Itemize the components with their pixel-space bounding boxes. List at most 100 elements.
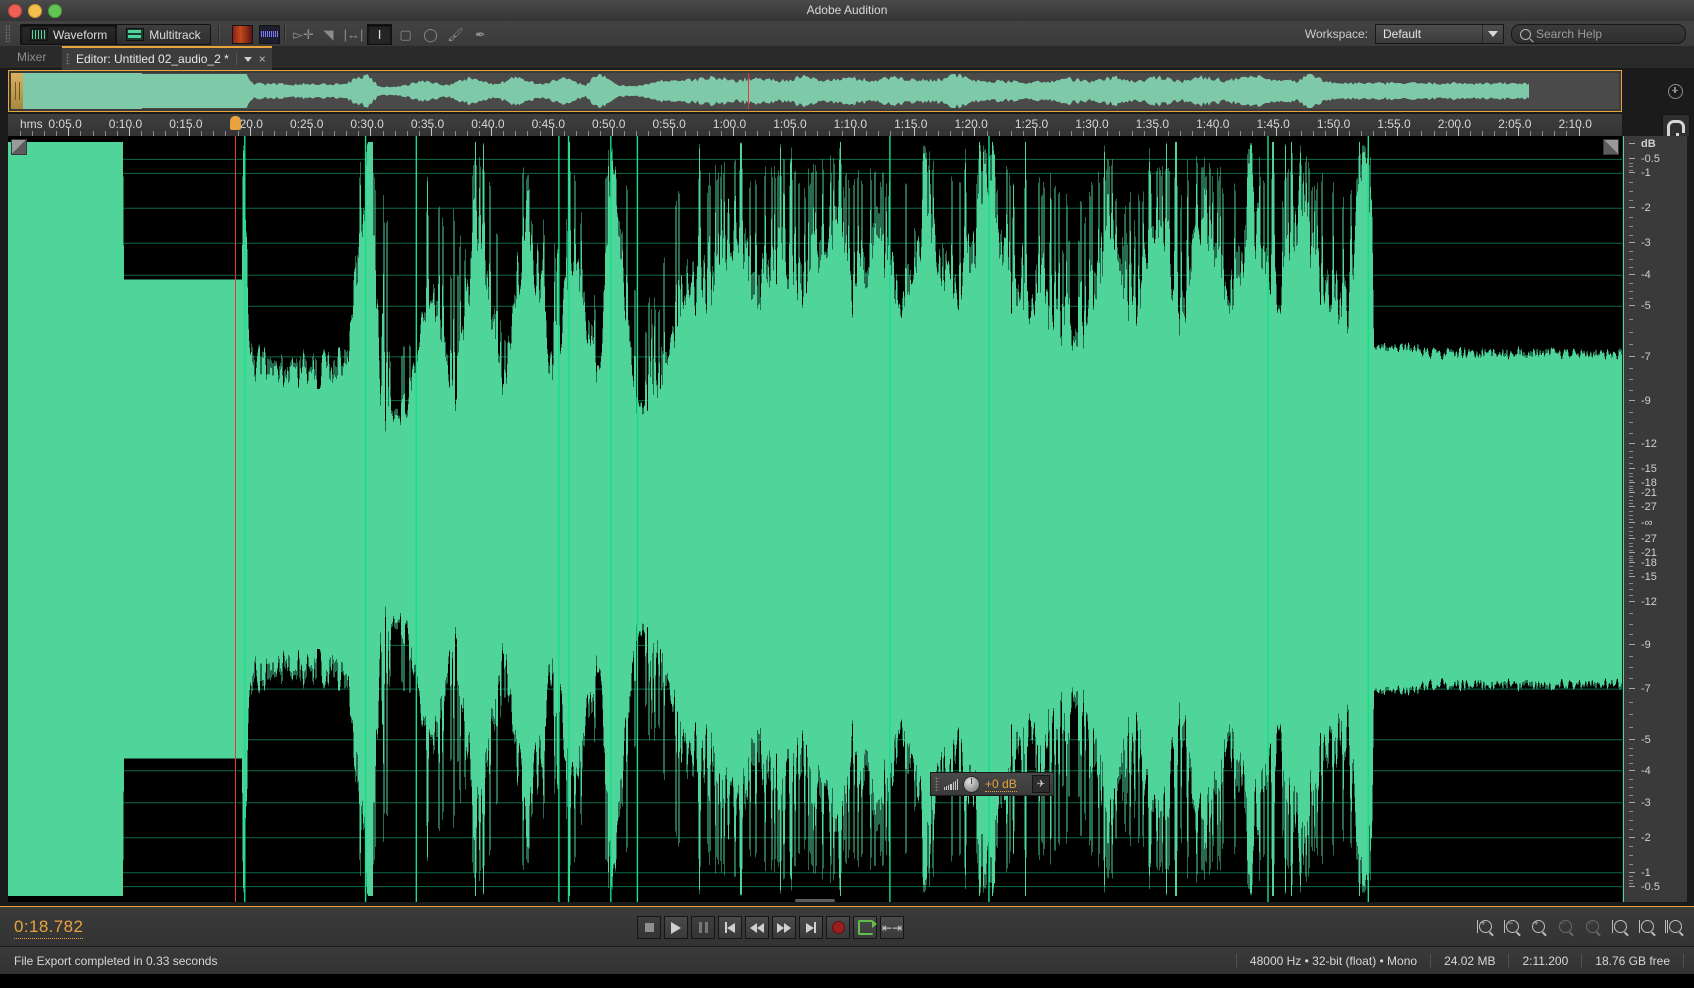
tab-mixer[interactable]: Mixer — [8, 46, 55, 68]
db-minor-tick — [1629, 535, 1633, 536]
db-minor-tick — [1629, 556, 1633, 557]
waveform-mode-button[interactable]: Waveform — [20, 24, 117, 45]
pause-button[interactable] — [691, 916, 715, 939]
workspace-value: Default — [1383, 27, 1421, 41]
time-selection-tool-icon[interactable]: |↔| — [342, 25, 365, 44]
search-icon — [1520, 29, 1531, 40]
waveform-icon — [30, 28, 48, 41]
zoom-out-time-button[interactable] — [1554, 917, 1576, 936]
playhead-line[interactable] — [235, 136, 236, 902]
left-rail — [0, 46, 8, 946]
status-format[interactable]: 48000 Hz • 32-bit (float) • Mono — [1236, 954, 1430, 968]
zoom-to-selection-out-point-button[interactable] — [1635, 917, 1657, 936]
db-minor-tick — [1629, 570, 1633, 571]
db-minor-tick — [1629, 702, 1633, 703]
ruler-tick — [1216, 128, 1217, 136]
marquee-selection-tool-icon[interactable]: ▢ — [394, 25, 417, 44]
zoom-button-group — [1473, 917, 1684, 936]
multitrack-mode-button[interactable]: Multitrack — [117, 24, 210, 45]
status-free-space[interactable]: 18.76 GB free — [1581, 954, 1684, 968]
search-help-input[interactable]: Search Help — [1511, 24, 1686, 44]
db-minor-tick — [1629, 829, 1633, 830]
status-duration[interactable]: 2:11.200 — [1508, 954, 1581, 968]
title-bar: Adobe Audition — [0, 0, 1694, 22]
navigator-zoom-button[interactable] — [1660, 72, 1690, 110]
db-minor-tick — [1629, 589, 1633, 590]
navigator-inner[interactable] — [11, 73, 1619, 109]
loop-playback-button[interactable] — [853, 916, 877, 939]
workspace-select[interactable]: Default — [1375, 24, 1504, 44]
ruler-label: 2:05.0 — [1498, 117, 1531, 131]
record-button[interactable] — [826, 916, 850, 939]
skip-selection-button[interactable]: ⇤⇥ — [880, 916, 904, 939]
tab-editor[interactable]: Editor: Untitled 02_audio_2 * × — [62, 46, 272, 70]
slip-tool-icon[interactable]: ◥ — [317, 25, 340, 44]
horizontal-scrollbar[interactable] — [8, 898, 1622, 903]
workspace-label: Workspace: — [1305, 27, 1368, 41]
ruler-label: 0:15.0 — [169, 117, 202, 131]
toolbar-separator — [218, 25, 220, 42]
magnet-icon — [1667, 120, 1685, 133]
search-placeholder: Search Help — [1536, 27, 1602, 41]
amplitude-db-scale[interactable]: dB-0.5-1-2-3-4-5-7-9-12-15-18-21-27-∞-27… — [1622, 136, 1687, 902]
status-file-size[interactable]: 24.02 MB — [1430, 954, 1508, 968]
text-cursor-tool-icon[interactable]: I — [367, 24, 392, 45]
move-playhead-to-next-button[interactable] — [799, 916, 823, 939]
ruler-tick — [1397, 128, 1398, 136]
ruler-tick — [854, 128, 855, 136]
db-scale-edge-line — [1623, 136, 1624, 902]
channel-expand-button[interactable] — [1603, 139, 1619, 155]
spectral-frequency-display-icon[interactable] — [232, 25, 253, 44]
gain-knob[interactable] — [963, 776, 980, 793]
db-minor-tick — [1629, 558, 1633, 559]
spectral-pan-display-icon[interactable] — [259, 25, 280, 44]
zoom-in-time-button[interactable] — [1527, 917, 1549, 936]
ruler-label: 1:15.0 — [894, 117, 927, 131]
window-title: Adobe Audition — [0, 0, 1694, 21]
db-minor-tick — [1629, 251, 1633, 252]
playhead-marker[interactable] — [230, 116, 241, 130]
workspace-dropdown-arrow[interactable] — [1482, 25, 1503, 43]
zoom-out-full-button[interactable] — [1581, 917, 1603, 936]
move-tool-icon[interactable]: ▻✛ — [292, 25, 315, 44]
current-time-display[interactable]: 0:18.782 — [14, 917, 83, 939]
db-minor-tick — [1629, 550, 1633, 551]
gain-control-panel[interactable]: +0 dB ✈ — [930, 772, 1054, 796]
toggle-snapping-button[interactable] — [1662, 114, 1690, 138]
navigator-left-handle[interactable] — [11, 73, 23, 109]
spot-healing-brush-tool-icon[interactable]: ✒ — [469, 25, 492, 44]
db-minor-tick — [1629, 451, 1633, 452]
pin-icon[interactable]: ✈ — [1032, 775, 1050, 793]
fast-forward-button[interactable] — [772, 916, 796, 939]
zoom-to-selection-button[interactable] — [1662, 917, 1684, 936]
db-minor-tick — [1629, 748, 1633, 749]
move-playhead-to-previous-button[interactable] — [718, 916, 742, 939]
gain-value[interactable]: +0 dB — [985, 777, 1017, 792]
waveform-display[interactable] — [8, 136, 1623, 902]
gain-panel-grip-icon[interactable] — [935, 777, 939, 791]
zoom-in-amplitude-button[interactable] — [1473, 917, 1495, 936]
chevron-down-icon[interactable] — [244, 57, 252, 62]
navigator-playhead[interactable] — [748, 73, 749, 109]
db-minor-tick — [1629, 500, 1633, 501]
timeline-ruler[interactable]: hms 0:05.00:10.00:15.00:20.00:25.00:30.0… — [8, 114, 1622, 137]
close-icon[interactable]: × — [259, 52, 266, 66]
stop-button[interactable] — [637, 916, 661, 939]
rewind-button[interactable] — [745, 916, 769, 939]
ruler-label: 1:45.0 — [1256, 117, 1289, 131]
play-button[interactable] — [664, 916, 688, 939]
toolbar-grip-icon[interactable] — [5, 25, 10, 42]
db-label: -3 — [1623, 237, 1687, 249]
db-minor-tick — [1629, 283, 1633, 284]
ruler-label: 1:55.0 — [1377, 117, 1410, 131]
ruler-label: 1:20.0 — [954, 117, 987, 131]
navigator-overview[interactable] — [8, 70, 1622, 112]
lasso-selection-tool-icon[interactable]: ◯ — [419, 25, 442, 44]
zoom-to-selection-in-point-button[interactable] — [1608, 917, 1630, 936]
db-minor-tick — [1629, 488, 1633, 489]
ruler-tick — [68, 128, 69, 136]
paintbrush-selection-tool-icon[interactable]: 🖌 — [444, 25, 467, 44]
db-label: -9 — [1623, 395, 1687, 407]
channel-collapse-button[interactable] — [11, 139, 27, 155]
zoom-out-amplitude-button[interactable] — [1500, 917, 1522, 936]
